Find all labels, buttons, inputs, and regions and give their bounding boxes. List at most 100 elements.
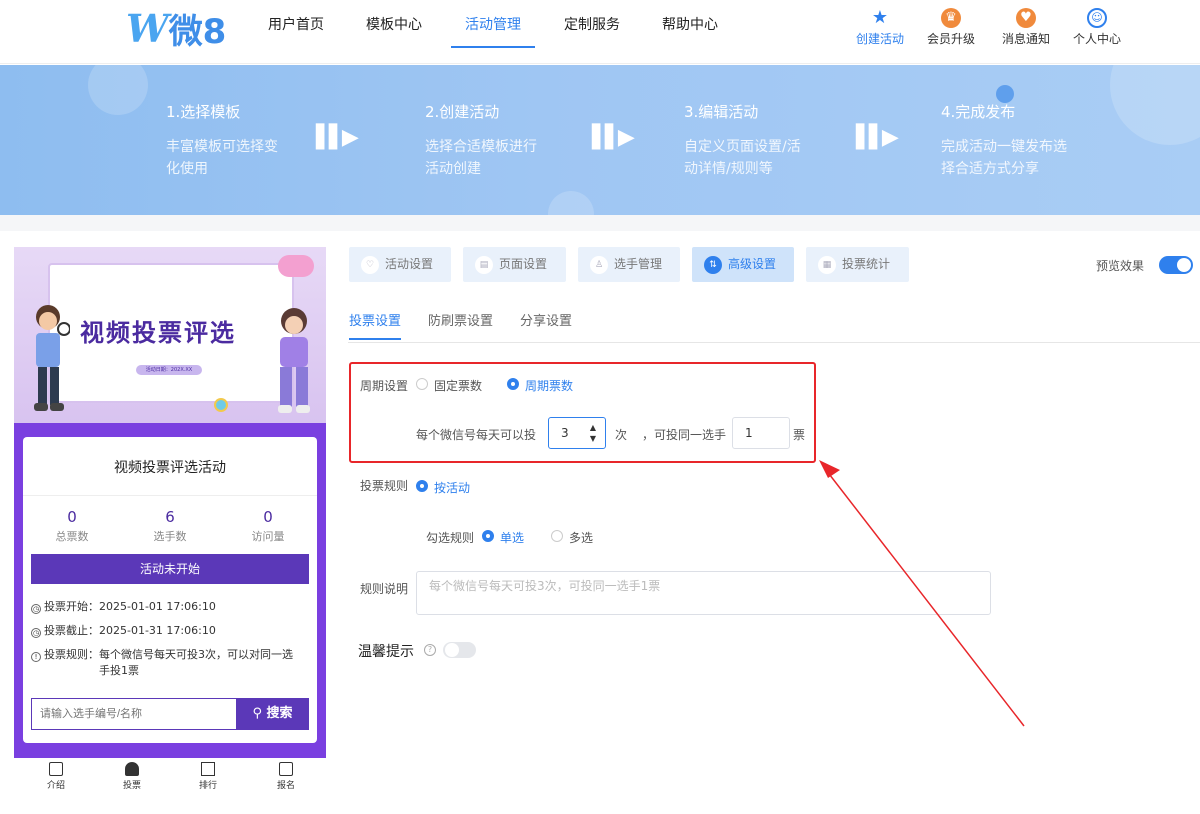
step-3-desc: 自定义页面设置/活动详情/规则等	[684, 139, 801, 177]
step-2: 2.创建活动 选择合适模板进行活动创建	[425, 101, 537, 180]
activity-card: 视频投票评选活动 0 总票数 6 选手数 0 访问量 活动未开始 ◷ 投票开始：2…	[23, 437, 317, 743]
page-icon: ▤	[475, 256, 493, 274]
decor-bubble	[1110, 65, 1200, 145]
step-arrow-icon: ▌▌▶	[592, 125, 635, 150]
tip-label: 温馨提示	[358, 644, 414, 660]
subtab-share-settings[interactable]: 分享设置	[520, 310, 572, 329]
vote-rule-info: ! 投票规则： 每个微信号每天可投3次，可以对同一选手投1票	[31, 647, 311, 679]
stat-value: 0	[67, 508, 77, 526]
radio-label: 单选	[500, 531, 525, 545]
radio-dot	[416, 480, 428, 492]
intro-icon	[49, 762, 63, 776]
vote-end-info: ◷ 投票截止：2025-01-31 17:06:10	[31, 623, 311, 639]
radio-single-select[interactable]: 单选	[482, 529, 524, 546]
tab-signup[interactable]: 报名	[266, 762, 306, 791]
radio-dot	[482, 530, 494, 542]
player-search-input[interactable]	[32, 699, 236, 729]
search-button[interactable]: ⚲ 搜索	[236, 699, 309, 729]
user-center-button[interactable]: ☺ 个人中心	[1067, 8, 1127, 47]
step-1: 1.选择模板 丰富模板可选择变化使用	[166, 101, 278, 180]
tab-intro[interactable]: 介绍	[36, 762, 76, 791]
player-search: ⚲ 搜索	[31, 698, 309, 730]
stats-icon: ▦	[818, 256, 836, 274]
toggle-knob	[445, 643, 459, 657]
clock-icon: ◷	[31, 628, 41, 638]
poster-date: 活动日期：202X.XX	[136, 365, 202, 375]
vote-rule-label: 投票规则	[360, 479, 409, 493]
radio-dot	[551, 530, 563, 542]
logo[interactable]: W 微8	[126, 6, 226, 52]
radio-by-activity[interactable]: 按活动	[416, 479, 470, 496]
top-nav: W 微8 用户首页 模板中心 活动管理 定制服务 帮助中心 ★ 创建活动 ♛ 会…	[0, 0, 1200, 64]
step-1-title: 1.选择模板	[166, 103, 241, 121]
create-activity-label: 创建活动	[855, 32, 904, 46]
tip-toggle[interactable]	[443, 642, 476, 658]
tab-page-settings[interactable]: ▤ 页面设置	[463, 247, 566, 282]
user-center-label: 个人中心	[1072, 32, 1121, 46]
member-upgrade-button[interactable]: ♛ 会员升级	[921, 8, 981, 47]
tab-label: 高级设置	[728, 257, 777, 271]
step-4-desc: 完成活动一键发布选择合适方式分享	[941, 139, 1067, 177]
banner-divider	[0, 215, 1200, 231]
star-icon: ★	[871, 7, 889, 28]
nav-custom-service[interactable]: 定制服务	[564, 16, 620, 48]
stat-label: 访问量	[251, 530, 285, 543]
step-arrow-icon: ▌▌▶	[856, 125, 899, 150]
vote-rule-label: 投票规则：	[44, 648, 99, 661]
subtab-anti-fraud[interactable]: 防刷票设置	[428, 310, 493, 329]
nav-activity-manage[interactable]: 活动管理	[451, 16, 535, 48]
vote-start-info: ◷ 投票开始：2025-01-01 17:06:10	[31, 599, 311, 615]
info-icon: !	[31, 652, 41, 662]
tab-vote[interactable]: 投票	[112, 762, 152, 791]
radio-label: 按活动	[434, 481, 471, 495]
subtab-vote-settings[interactable]: 投票设置	[349, 310, 402, 340]
notifications-button[interactable]: ♥ 消息通知	[996, 8, 1056, 47]
boy-figure-icon	[34, 305, 70, 411]
tab-ranking-label: 排行	[198, 781, 217, 791]
nav-templates[interactable]: 模板中心	[366, 16, 422, 48]
tab-ranking[interactable]: 排行	[188, 762, 228, 791]
cloud-icon	[278, 255, 314, 277]
step-4-title: 4.完成发布	[941, 103, 1016, 121]
tab-vote-stats[interactable]: ▦ 投票统计	[806, 247, 909, 282]
girl-figure-icon	[278, 308, 310, 413]
stat-total-votes: 0 总票数	[23, 508, 121, 544]
create-activity-button[interactable]: ★ 创建活动	[850, 8, 910, 47]
bell-icon: ♥	[1016, 8, 1036, 28]
ranking-icon	[201, 762, 215, 776]
activity-name: 视频投票评选活动	[114, 460, 226, 476]
tab-player-manage[interactable]: ♙ 选手管理	[578, 247, 680, 282]
nav-home[interactable]: 用户首页	[268, 16, 324, 48]
vote-rule-value: 每个微信号每天可投3次，可以对同一选手投1票	[99, 648, 293, 677]
tab-advanced-settings[interactable]: ⇅ 高级设置	[692, 247, 794, 282]
stat-label: 总票数	[55, 530, 89, 543]
step-1-desc: 丰富模板可选择变化使用	[166, 139, 278, 177]
step-2-title: 2.创建活动	[425, 103, 500, 121]
decor-bubble	[88, 65, 148, 115]
process-banner: 1.选择模板 丰富模板可选择变化使用 ▌▌▶ 2.创建活动 选择合适模板进行活动…	[0, 65, 1200, 215]
toggle-knob	[1177, 258, 1191, 272]
notifications-label: 消息通知	[1001, 32, 1050, 46]
clock-icon: ◷	[31, 604, 41, 614]
heart-icon: ♡	[361, 256, 379, 274]
preview-toggle[interactable]	[1159, 256, 1193, 274]
tab-label: 页面设置	[499, 257, 548, 271]
poster: 视频投票评选 活动日期：202X.XX	[14, 247, 326, 423]
activity-status-button[interactable]: 活动未开始	[31, 554, 309, 584]
person-icon	[125, 762, 139, 776]
vote-end-label: 投票截止：	[44, 624, 99, 637]
tab-label: 选手管理	[614, 257, 663, 271]
tab-signup-label: 报名	[276, 781, 295, 791]
preview-effect-label: 预览效果	[1096, 259, 1145, 273]
tab-label: 投票统计	[842, 257, 891, 271]
nav-help[interactable]: 帮助中心	[662, 16, 718, 48]
user-icon: ♙	[590, 256, 608, 274]
tab-vote-label: 投票	[122, 781, 141, 791]
rule-desc-textarea[interactable]: 每个微信号每天可投3次，可投同一选手1票	[416, 571, 991, 615]
tab-activity-settings[interactable]: ♡ 活动设置	[349, 247, 451, 282]
advanced-icon: ⇅	[704, 256, 722, 274]
search-icon: ⚲	[252, 706, 262, 721]
radio-multi-select[interactable]: 多选	[551, 529, 593, 546]
help-icon[interactable]: ?	[424, 644, 436, 656]
logo-text: 微8	[168, 11, 227, 52]
